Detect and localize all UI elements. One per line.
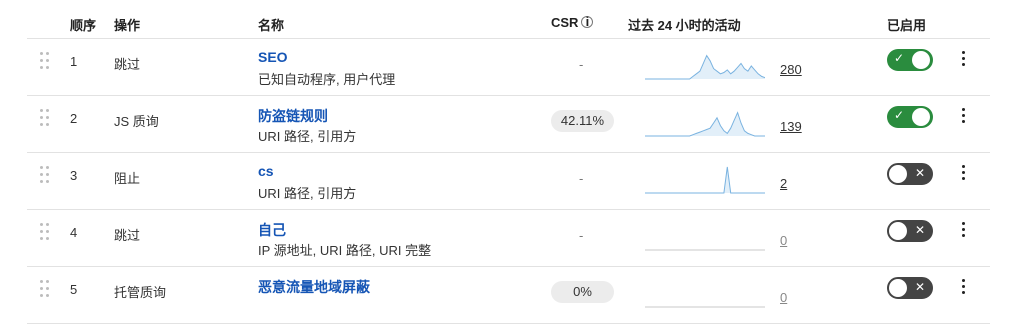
activity-area: [645, 167, 765, 193]
activity-sparkline: [645, 249, 765, 251]
header-csr-label: CSR: [551, 15, 579, 30]
enabled-toggle[interactable]: ✓: [887, 49, 933, 71]
row-order: 1: [70, 54, 78, 69]
toggle-knob: [889, 165, 907, 183]
more-options-icon[interactable]: [957, 220, 969, 240]
toggle-knob: [912, 51, 930, 69]
header-activity: 过去 24 小时的活动: [628, 18, 741, 33]
row-order: 3: [70, 168, 78, 183]
table-row[interactable]: 4 跳过 自己 IP 源地址, URI 路径, URI 完整 - 0 ✕: [27, 210, 990, 267]
row-action: 阻止: [114, 171, 141, 186]
header-action[interactable]: 操作: [114, 15, 140, 34]
check-icon: ✓: [894, 108, 905, 122]
toggle-knob: [889, 222, 907, 240]
activity-count-link[interactable]: 0: [780, 233, 787, 248]
row-action: 跳过: [114, 57, 141, 72]
more-options-icon[interactable]: [957, 106, 969, 126]
enabled-toggle[interactable]: ✓: [887, 106, 933, 128]
csr-value: -: [579, 57, 584, 72]
row-action: JS 质询: [114, 114, 159, 129]
table-row[interactable]: 2 JS 质询 防盗链规则 URI 路径, 引用方 42.11% 139 ✓: [27, 96, 990, 153]
header-enabled: 已启用: [887, 18, 927, 33]
csr-badge: 42.11%: [551, 110, 614, 132]
table-row[interactable]: 1 跳过 SEO 已知自动程序, 用户代理 - 280 ✓: [27, 39, 990, 96]
rule-name-link[interactable]: 防盗链规则: [258, 106, 328, 126]
more-options-icon[interactable]: [957, 277, 969, 297]
enabled-toggle[interactable]: ✕: [887, 163, 933, 185]
enabled-toggle[interactable]: ✕: [887, 220, 933, 242]
activity-count-link[interactable]: 0: [780, 290, 787, 305]
rule-name-link[interactable]: cs: [258, 163, 274, 179]
rule-fields: URI 路径, 引用方: [258, 129, 357, 144]
drag-handle-icon[interactable]: [40, 109, 52, 129]
more-options-icon[interactable]: [957, 163, 969, 183]
activity-count-link[interactable]: 2: [780, 176, 787, 191]
toggle-knob: [889, 279, 907, 297]
x-icon: ✕: [914, 223, 925, 237]
more-options-icon[interactable]: [957, 49, 969, 69]
header-csr: CSR i: [551, 15, 594, 30]
row-order: 4: [70, 225, 78, 240]
activity-count-link[interactable]: 139: [780, 119, 802, 134]
activity-sparkline: [645, 306, 765, 308]
csr-value: -: [579, 228, 584, 243]
x-icon: ✕: [914, 280, 925, 294]
activity-sparkline: [645, 111, 765, 137]
rule-name-link[interactable]: 恶意流量地域屏蔽: [258, 277, 370, 297]
row-action: 跳过: [114, 228, 141, 243]
header-order[interactable]: 顺序: [70, 15, 96, 34]
enabled-toggle[interactable]: ✕: [887, 277, 933, 299]
activity-line: [645, 166, 765, 194]
csr-value: -: [579, 171, 584, 186]
activity-sparkline: [645, 54, 765, 80]
row-action: 托管质询: [114, 285, 167, 300]
activity-count-link[interactable]: 280: [780, 62, 802, 77]
table-row[interactable]: 5 托管质询 恶意流量地域屏蔽 0% 0 ✕: [27, 267, 990, 324]
drag-handle-icon[interactable]: [40, 52, 52, 72]
rule-fields: URI 路径, 引用方: [258, 186, 357, 201]
table-header: 顺序 操作 名称 CSR i 过去 24 小时的活动 已启用: [27, 0, 990, 39]
info-icon[interactable]: i: [581, 15, 594, 28]
check-icon: ✓: [894, 51, 905, 65]
table-row[interactable]: 3 阻止 cs URI 路径, 引用方 - 2 ✕: [27, 153, 990, 210]
toggle-knob: [912, 108, 930, 126]
csr-badge: 0%: [551, 281, 614, 303]
rule-name-link[interactable]: SEO: [258, 49, 288, 65]
rule-name-link[interactable]: 自己: [258, 220, 286, 240]
x-icon: ✕: [914, 166, 925, 180]
rule-fields: 已知自动程序, 用户代理: [258, 72, 396, 87]
drag-handle-icon[interactable]: [40, 280, 52, 300]
drag-handle-icon[interactable]: [40, 223, 52, 243]
row-order: 2: [70, 111, 78, 126]
activity-sparkline: [645, 166, 765, 194]
drag-handle-icon[interactable]: [40, 166, 52, 186]
rule-fields: IP 源地址, URI 路径, URI 完整: [258, 243, 432, 258]
row-order: 5: [70, 282, 78, 297]
header-name[interactable]: 名称: [258, 15, 284, 34]
